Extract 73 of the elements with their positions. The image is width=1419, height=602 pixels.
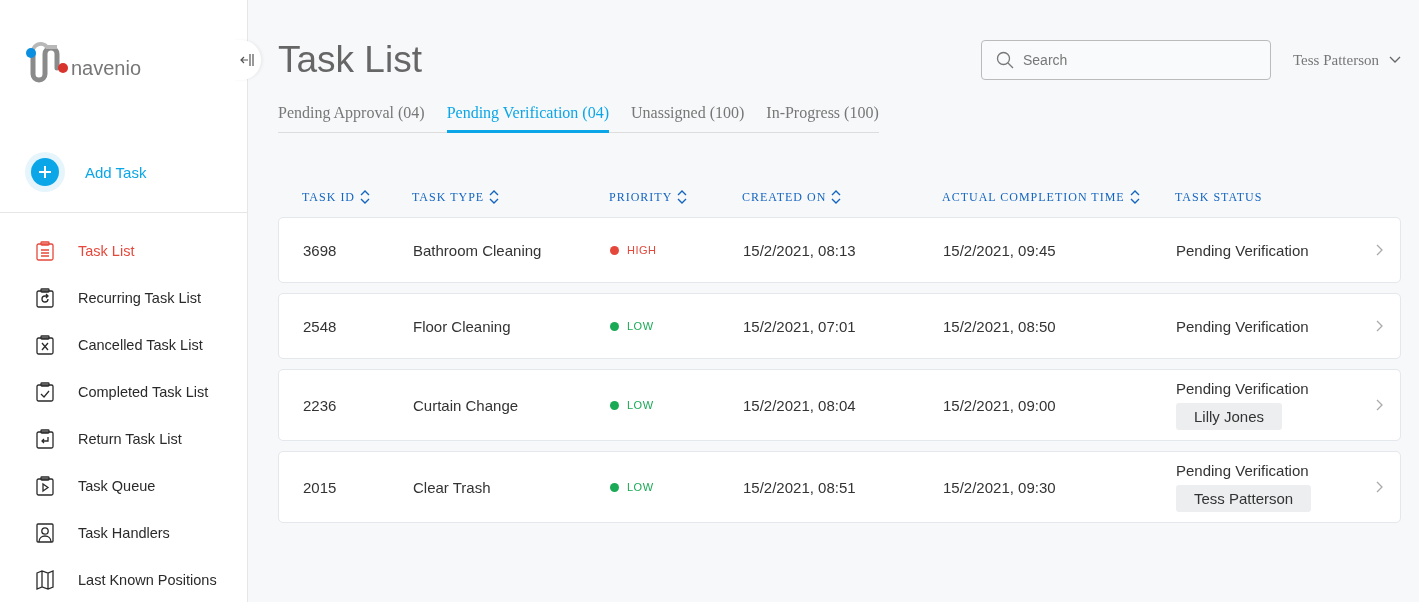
task-row[interactable]: 3698 Bathroom Cleaning HIGH 15/2/2021, 08:13 15/2/2021, 09:45 Pending Verification <box>278 217 1401 283</box>
table-cell-text: 3698 <box>303 241 338 259</box>
table-cell-text: 15/2/2021, 08:04 <box>743 396 857 414</box>
sidebar-item[interactable]: Last Known Positions <box>0 556 247 602</box>
sort-icon <box>360 189 371 205</box>
status-text: Pending Verification <box>1176 317 1309 335</box>
table-cell-text: 15/2/2021, 09:30 <box>943 478 1057 496</box>
table-cell-text: Floor Cleaning <box>413 317 512 335</box>
task-row[interactable]: 2548 Floor Cleaning LOW 15/2/2021, 07:01 15/2/2021, 08:50 Pending Verification <box>278 293 1401 359</box>
priority-label: LOW <box>627 320 654 332</box>
sidebar-item[interactable]: Task Handlers <box>0 509 247 556</box>
table-cell-text: Bathroom Cleaning <box>413 241 543 259</box>
table-cell-text: 15/2/2021, 08:51 <box>743 478 857 496</box>
brand-name: navenio <box>71 58 142 81</box>
table-cell-text: 15/2/2021, 09:45 <box>943 241 1057 259</box>
tab[interactable]: In-Progress (100) <box>766 104 879 133</box>
sidebar-item[interactable]: Completed Task List <box>0 368 247 415</box>
chevron-down-icon <box>1389 56 1401 64</box>
table-cell-text: Curtain Change <box>413 396 520 414</box>
status-text: Pending Verification <box>1176 241 1309 259</box>
clipboard-icon <box>36 475 54 496</box>
sidebar-item[interactable]: Cancelled Task List <box>0 321 247 368</box>
sort-icon <box>1129 189 1140 205</box>
plus-icon <box>25 152 65 192</box>
collapse-sidebar-button[interactable] <box>233 40 261 80</box>
priority-label: LOW <box>627 399 654 411</box>
sidebar-item[interactable]: Recurring Task List <box>0 274 247 321</box>
sort-icon <box>489 189 500 205</box>
clipboard-icon <box>36 334 54 355</box>
user-menu[interactable]: Tess Patterson <box>1292 51 1401 69</box>
collapse-icon <box>240 53 254 67</box>
column-header[interactable]: TASK TYPE <box>412 189 500 205</box>
clipboard-icon <box>36 240 54 261</box>
status-text: Pending Verification <box>1176 462 1309 479</box>
table-cell-text: 2015 <box>303 478 338 496</box>
add-task-label: Add Task <box>85 163 147 181</box>
clipboard-icon <box>36 428 54 449</box>
table-cell-text: 15/2/2021, 09:00 <box>943 396 1057 414</box>
sidebar-item[interactable]: Task List <box>0 227 247 274</box>
table-cell-text: Clear Trash <box>413 478 492 496</box>
map-icon <box>36 569 54 590</box>
chevron-right-icon <box>1376 481 1384 493</box>
person-icon <box>36 522 54 543</box>
clipboard-icon <box>36 287 54 308</box>
sort-icon <box>831 189 842 205</box>
column-header[interactable]: PRIORITY <box>609 189 688 205</box>
search-field[interactable]: Search <box>980 40 1271 80</box>
sidebar-item[interactable]: Return Task List <box>0 415 247 462</box>
table-cell-text: 2236 <box>303 396 338 414</box>
chevron-right-icon <box>1376 244 1384 256</box>
clipboard-icon <box>36 381 54 402</box>
table-cell-text: 15/2/2021, 08:13 <box>743 241 857 259</box>
chevron-right-icon <box>1376 320 1384 332</box>
priority-label: LOW <box>627 481 654 493</box>
sidebar-item[interactable]: Task Queue <box>0 462 247 509</box>
column-header[interactable]: TASK ID <box>302 189 371 205</box>
column-header[interactable]: CREATED ON <box>742 189 842 205</box>
priority-label: HIGH <box>627 244 657 256</box>
assignee-tag: Lilly Jones <box>1176 403 1283 430</box>
task-row[interactable]: 2015 Clear Trash LOW 15/2/2021, 08:51 15/2/2021, 09:30 Pending Verification Tess Patterson <box>278 451 1401 523</box>
page-title: Task List <box>278 39 423 81</box>
table-cell-text: 2548 <box>303 317 338 335</box>
task-row[interactable]: 2236 Curtain Change LOW 15/2/2021, 08:04 15/2/2021, 09:00 Pending Verification Lilly Jones <box>278 369 1401 441</box>
table-cell-text: 15/2/2021, 08:50 <box>943 317 1057 335</box>
chevron-right-icon <box>1376 399 1384 411</box>
table-cell-text: 15/2/2021, 07:01 <box>743 317 857 335</box>
tab[interactable]: Unassigned (100) <box>631 104 745 133</box>
assignee-tag: Tess Patterson <box>1176 485 1312 512</box>
column-header[interactable]: TASK STATUS <box>1175 189 1263 205</box>
status-text: Pending Verification <box>1176 380 1309 397</box>
column-header[interactable]: ACTUAL COMPLETION TIME <box>942 189 1140 205</box>
tab[interactable]: Pending Approval (04) <box>278 104 425 133</box>
sort-icon <box>677 189 688 205</box>
